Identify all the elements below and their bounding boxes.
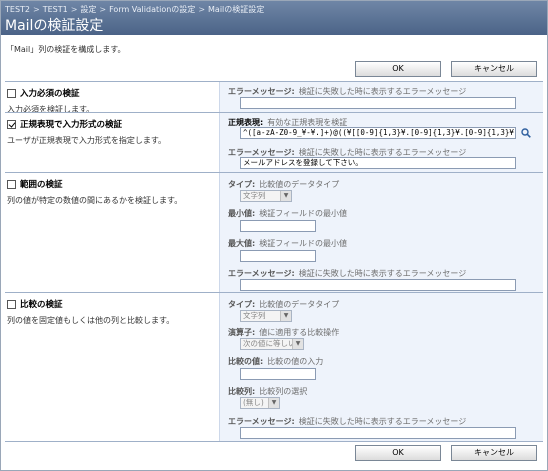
field-hint: 検証に失敗した時に表示するエラーメッセージ — [298, 87, 467, 96]
range-type-select[interactable]: 文字列 ▼ — [240, 190, 292, 202]
regex-error-input[interactable]: メールアドレスを登録して下さい。 — [240, 157, 516, 169]
field-hint: 検証に失敗した時に表示するエラーメッセージ — [298, 417, 467, 426]
field-label: 比較列: — [228, 387, 256, 396]
field-hint: 比較値のデータタイプ — [259, 300, 340, 309]
section-regex: 正規表現で入力形式の検証 ユーザが正規表現で入力形式を指定します。 正規表現: 有… — [5, 112, 543, 173]
field-hint: 検証フィールドの最小値 — [259, 209, 348, 218]
regex-title: 正規表現で入力形式の検証 — [20, 120, 123, 130]
compare-operator-select[interactable]: 次の値に等しい ▼ — [240, 338, 304, 350]
field-hint: 検証に失敗した時に表示するエラーメッセージ — [298, 269, 467, 278]
field-label: エラーメッセージ: — [228, 87, 295, 96]
compare-type-select[interactable]: 文字列 ▼ — [240, 310, 292, 322]
range-min-input[interactable] — [240, 220, 316, 232]
range-max-input[interactable] — [240, 250, 316, 262]
field-hint: 比較列の選択 — [259, 387, 308, 396]
breadcrumb-separator: > — [70, 5, 78, 14]
range-error-field-label: エラーメッセージ: 検証に失敗した時に表示するエラーメッセージ — [228, 268, 466, 279]
compare-error-input[interactable] — [240, 427, 516, 439]
page-title: Mailの検証設定 — [5, 18, 104, 34]
range-min-field-label: 最小値: 検証フィールドの最小値 — [228, 208, 347, 219]
section-required: 入力必須の検証 入力必須を検証します。 エラーメッセージ: 検証に失敗した時に表示… — [5, 81, 543, 114]
window-frame: TEST2 > TEST1 > 設定 > Form Validationの設定 > Mailの検… — [0, 0, 548, 471]
search-icon[interactable] — [521, 128, 531, 138]
field-label: 最小値: — [228, 209, 256, 218]
required-panel: エラーメッセージ: 検証に失敗した時に表示するエラーメッセージ — [219, 82, 543, 113]
field-label: 比較の値: — [228, 357, 264, 366]
required-error-input[interactable] — [240, 97, 516, 109]
required-header: 入力必須の検証 — [7, 87, 80, 99]
field-label: 最大値: — [228, 239, 256, 248]
compare-header: 比較の検証 — [7, 298, 63, 310]
breadcrumb-current: Mailの検証設定 — [208, 5, 265, 14]
breadcrumb-separator: > — [33, 5, 40, 14]
section-range: 範囲の検証 列の値が特定の数値の間にあるかを検証します。 タイプ: 比較値のデータ… — [5, 172, 543, 293]
breadcrumb-separator: > — [198, 5, 206, 14]
range-desc: 列の値が特定の数値の間にあるかを検証します。 — [7, 196, 183, 205]
regex-desc: ユーザが正規表現で入力形式を指定します。 — [7, 136, 167, 145]
compare-error-field-label: エラーメッセージ: 検証に失敗した時に表示するエラーメッセージ — [228, 416, 466, 427]
field-hint: 比較値のデータタイプ — [259, 180, 340, 189]
field-label: タイプ: — [228, 180, 256, 189]
ok-button[interactable]: OK — [355, 445, 441, 461]
regex-checkbox[interactable] — [7, 119, 16, 129]
compare-operator-field-label: 演算子: 値に適用する比較操作 — [228, 327, 339, 338]
compare-column-select[interactable]: (無し) ▼ — [240, 397, 280, 409]
compare-value-input[interactable] — [240, 368, 316, 380]
field-label: タイプ: — [228, 300, 256, 309]
range-panel: タイプ: 比較値のデータタイプ 文字列 ▼ 最小値: 検証フィールドの最小値 最大値… — [219, 173, 543, 293]
required-checkbox[interactable] — [7, 88, 16, 98]
breadcrumb-link-test2[interactable]: TEST2 — [5, 5, 30, 14]
select-value: 文字列 — [243, 311, 266, 320]
breadcrumb: TEST2 > TEST1 > 設定 > Form Validationの設定 > Mailの検… — [5, 4, 264, 15]
select-value: (無し) — [243, 398, 264, 407]
range-header: 範囲の検証 — [7, 178, 63, 190]
top-button-row: OK キャンセル — [355, 61, 537, 77]
bottom-button-row: OK キャンセル — [355, 445, 537, 461]
breadcrumb-link-test1[interactable]: TEST1 — [43, 5, 68, 14]
cancel-button[interactable]: キャンセル — [451, 445, 537, 461]
chevron-down-icon: ▼ — [268, 398, 279, 408]
compare-value-field-label: 比較の値: 比較の値の入力 — [228, 356, 323, 367]
range-max-field-label: 最大値: 検証フィールドの最小値 — [228, 238, 347, 249]
field-label: エラーメッセージ: — [228, 417, 295, 426]
compare-checkbox[interactable] — [7, 299, 16, 309]
field-hint: 検証フィールドの最小値 — [259, 239, 348, 248]
field-hint: 検証に失敗した時に表示するエラーメッセージ — [298, 148, 467, 157]
ok-button[interactable]: OK — [355, 61, 441, 77]
required-error-field-label: エラーメッセージ: 検証に失敗した時に表示するエラーメッセージ — [228, 86, 466, 97]
chevron-down-icon: ▼ — [280, 191, 291, 201]
field-label: エラーメッセージ: — [228, 269, 295, 278]
compare-desc: 列の値を固定値もしくは他の列と比較します。 — [7, 316, 175, 325]
range-title: 範囲の検証 — [20, 180, 63, 190]
breadcrumb-separator: > — [99, 5, 107, 14]
breadcrumb-link-form-validation[interactable]: Form Validationの設定 — [109, 5, 195, 14]
compare-panel: タイプ: 比較値のデータタイプ 文字列 ▼ 演算子: 値に適用する比較操作 次の値に… — [219, 293, 543, 441]
intro-text: 「Mail」列の検証を構成します。 — [6, 45, 126, 54]
chevron-down-icon: ▼ — [280, 311, 291, 321]
chevron-down-icon: ▼ — [292, 339, 303, 349]
select-value: 文字列 — [243, 191, 266, 200]
range-error-input[interactable] — [240, 279, 516, 291]
field-hint: 比較の値の入力 — [267, 357, 324, 366]
range-type-field-label: タイプ: 比較値のデータタイプ — [228, 179, 339, 190]
regex-header: 正規表現で入力形式の検証 — [7, 118, 122, 130]
field-hint: 有効な正規表現を検証 — [267, 118, 348, 127]
cancel-button[interactable]: キャンセル — [451, 61, 537, 77]
range-checkbox[interactable] — [7, 179, 16, 189]
regex-panel: 正規表現: 有効な正規表現を検証 ^([a-zA-Z0-9_¥-¥.]+)@((¥… — [219, 113, 543, 173]
bottom-divider — [5, 441, 543, 442]
regex-pattern-input[interactable]: ^([a-zA-Z0-9_¥-¥.]+)@((¥[[0-9]{1,3}¥.[0-… — [240, 127, 516, 139]
section-compare: 比較の検証 列の値を固定値もしくは他の列と比較します。 タイプ: 比較値のデータタ… — [5, 292, 543, 441]
field-label: 演算子: — [228, 328, 256, 337]
field-hint: 値に適用する比較操作 — [259, 328, 340, 337]
page-header: TEST2 > TEST1 > 設定 > Form Validationの設定 > Mailの検… — [1, 1, 547, 35]
compare-type-field-label: タイプ: 比較値のデータタイプ — [228, 299, 339, 310]
compare-column-field-label: 比較列: 比較列の選択 — [228, 386, 307, 397]
field-label: エラーメッセージ: — [228, 148, 295, 157]
select-value: 次の値に等しい — [243, 339, 296, 348]
required-title: 入力必須の検証 — [20, 89, 80, 99]
breadcrumb-link-settings[interactable]: 設定 — [80, 5, 96, 14]
compare-title: 比較の検証 — [20, 300, 63, 310]
field-label: 正規表現: — [228, 118, 264, 127]
